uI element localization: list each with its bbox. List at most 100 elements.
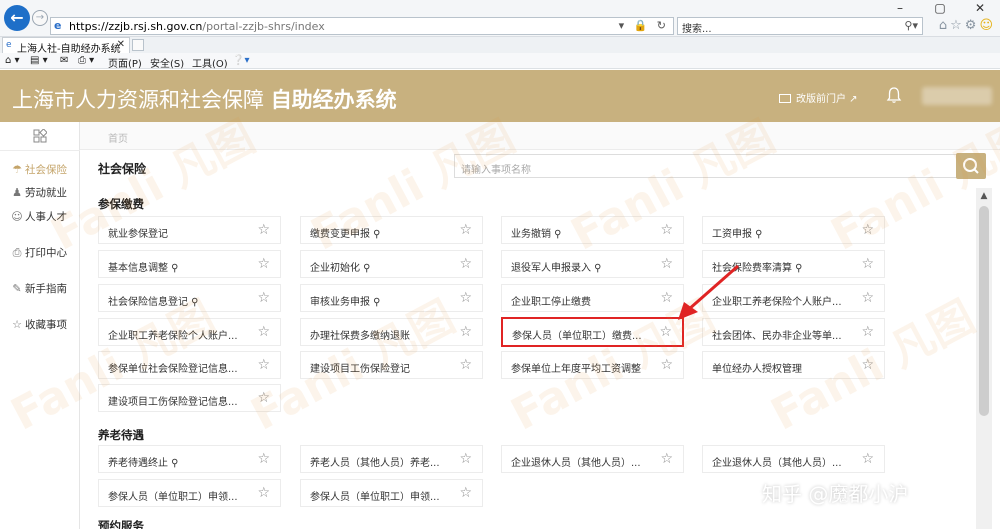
favorite-star-icon[interactable]: ☆ (257, 223, 270, 237)
scroll-thumb[interactable] (979, 206, 989, 416)
sidebar-item-guide[interactable]: ✎ 新手指南 (11, 281, 67, 296)
back-arrow-icon[interactable]: ← (4, 5, 30, 31)
service-card[interactable]: 参保单位上年度平均工资调整 ☆ (501, 351, 684, 379)
favorite-star-icon[interactable]: ☆ (257, 291, 270, 305)
site-title: 上海市人力资源和社会保障 自助经办系统 (12, 88, 397, 112)
help-icon[interactable]: ❔▾ (232, 55, 249, 66)
service-card[interactable]: 业务撤销 ⚲ ☆ (501, 216, 684, 244)
grid-menu-icon[interactable] (33, 129, 47, 143)
favorite-star-icon[interactable]: ☆ (660, 452, 673, 466)
window-controls: – ▢ ✕ (880, 0, 1000, 16)
printer-icon: ⎙ (12, 246, 22, 259)
address-bar[interactable]: e https://zzjb.rsj.sh.gov.cn/portal-zzjb… (50, 17, 674, 35)
favorite-star-icon[interactable]: ☆ (459, 257, 472, 271)
sidebar-item-favorites[interactable]: ☆ 收藏事项 (11, 317, 67, 332)
address-url: https://zzjb.rsj.sh.gov.cn/portal-zzjb-s… (69, 20, 325, 33)
favorite-star-icon[interactable]: ☆ (459, 325, 472, 339)
menu-page[interactable]: 页面(P) (108, 55, 142, 70)
service-card[interactable]: 建设项目工伤保险登记信息... ☆ (98, 384, 281, 412)
service-card[interactable]: 参保人员（单位职工）申领... ☆ (300, 479, 483, 507)
service-card[interactable]: 企业职工停止缴费 ☆ (501, 284, 684, 312)
scroll-up-arrow-icon[interactable]: ▲ (976, 188, 992, 204)
service-card[interactable]: 企业职工养老保险个人账户... ☆ (98, 318, 281, 346)
service-card-highlighted[interactable]: 参保人员（单位职工）缴费... ☆ (501, 317, 684, 347)
tab-bar: e 上海人社-自助经办系统 ✕ (0, 37, 1000, 55)
print-icon[interactable]: ⎙ ▾ (78, 55, 94, 66)
favorite-star-icon[interactable]: ☆ (660, 223, 673, 237)
service-card[interactable]: 退役军人申报录入 ⚲ ☆ (501, 250, 684, 278)
favorite-star-icon[interactable]: ☆ (459, 291, 472, 305)
favorite-star-icon[interactable]: ☆ (459, 223, 472, 237)
favorite-star-icon[interactable]: ☆ (861, 325, 874, 339)
favorite-star-icon[interactable]: ☆ (660, 358, 673, 372)
forward-arrow-icon[interactable]: → (32, 10, 48, 26)
star-icon: ☆ (12, 318, 22, 331)
service-card[interactable]: 参保人员（单位职工）申领... ☆ (98, 479, 281, 507)
scrollbar[interactable]: ▲ (976, 188, 992, 529)
menu-tools[interactable]: 工具(O) (192, 55, 228, 70)
favorite-star-icon[interactable]: ☆ (861, 291, 874, 305)
command-bar: ⌂ ▾ ▤ ▾ ✉ ⎙ ▾ 页面(P) 安全(S) 工具(O) ❔▾ (0, 53, 1000, 70)
site-header: 上海市人力资源和社会保障 自助经办系统 改版前门户 ↗ (0, 70, 1000, 122)
service-card[interactable]: 工资申报 ⚲ ☆ (702, 216, 885, 244)
favorite-star-icon[interactable]: ☆ (861, 452, 874, 466)
sidebar-item-employment[interactable]: ♟ 劳动就业 (11, 185, 67, 200)
monitor-icon (779, 93, 791, 103)
service-card[interactable]: 审核业务申报 ⚲ ☆ (300, 284, 483, 312)
category-title-contribution: 参保缴费 (98, 197, 144, 211)
bell-icon[interactable] (886, 86, 902, 104)
menu-safety[interactable]: 安全(S) (150, 55, 184, 70)
favorite-star-icon[interactable]: ☆ (861, 223, 874, 237)
service-card[interactable]: 企业退休人员（其他人员）... ☆ (702, 445, 885, 473)
favorites-star-icon[interactable]: ☆ (950, 18, 965, 33)
favorite-star-icon[interactable]: ☆ (459, 452, 472, 466)
item-search-placeholder: 请输入事项名称 (461, 165, 531, 176)
favorite-star-icon[interactable]: ☆ (257, 486, 270, 500)
favorite-star-icon[interactable]: ☆ (257, 257, 270, 271)
service-card[interactable]: 企业初始化 ⚲ ☆ (300, 250, 483, 278)
search-button[interactable] (956, 153, 986, 179)
sidebar-item-social-insurance[interactable]: ☂ 社会保险 (11, 162, 67, 177)
favorite-star-icon[interactable]: ☆ (257, 452, 270, 466)
service-card[interactable]: 缴费变更申报 ⚲ ☆ (300, 216, 483, 244)
home-icon[interactable]: ⌂ (939, 18, 950, 33)
close-icon[interactable]: ✕ (960, 0, 1000, 16)
old-portal-link[interactable]: 改版前门户 ↗ (779, 90, 858, 105)
browser-search-box[interactable]: 搜索... ⚲▾ (677, 17, 923, 35)
maximize-icon[interactable]: ▢ (920, 0, 960, 16)
service-card[interactable]: 养老人员（其他人员）养老... ☆ (300, 445, 483, 473)
user-avatar[interactable] (922, 87, 992, 105)
feedback-smiley-icon[interactable]: ☺ (979, 18, 996, 33)
favorite-star-icon[interactable]: ☆ (459, 486, 472, 500)
favorite-star-icon[interactable]: ☆ (257, 325, 270, 339)
sidebar-item-print-center[interactable]: ⎙ 打印中心 (11, 245, 67, 260)
service-card[interactable]: 办理社保费多缴纳退账 ☆ (300, 318, 483, 346)
address-controls[interactable]: ▾ 🔒 ↻ (619, 19, 669, 32)
service-card[interactable]: 建设项目工伤保险登记 ☆ (300, 351, 483, 379)
rss-icon[interactable]: ▤ ▾ (30, 55, 48, 66)
service-card[interactable]: 参保单位社会保险登记信息... ☆ (98, 351, 281, 379)
favorite-star-icon[interactable]: ☆ (861, 257, 874, 271)
favorite-star-icon[interactable]: ☆ (257, 391, 270, 405)
service-card[interactable]: 社会保险信息登记 ⚲ ☆ (98, 284, 281, 312)
breadcrumb[interactable]: 首页 (108, 130, 128, 145)
service-card[interactable]: 养老待遇终止 ⚲ ☆ (98, 445, 281, 473)
minimize-icon[interactable]: – (880, 0, 920, 16)
favorite-star-icon[interactable]: ☆ (459, 358, 472, 372)
home-small-icon[interactable]: ⌂ ▾ (5, 55, 20, 66)
item-search-input[interactable]: 请输入事项名称 (454, 154, 958, 178)
browser-toolbar: ← → e https://zzjb.rsj.sh.gov.cn/portal-… (0, 0, 1000, 37)
search-magnifier-icon[interactable]: ⚲▾ (904, 19, 918, 32)
service-card[interactable]: 企业退休人员（其他人员）... ☆ (501, 445, 684, 473)
favorite-star-icon[interactable]: ☆ (861, 358, 874, 372)
browser-tab[interactable]: e 上海人社-自助经办系统 ✕ (2, 37, 130, 55)
mail-icon[interactable]: ✉ (60, 55, 68, 66)
sidebar-item-personnel[interactable]: ☺ 人事人才 (11, 209, 67, 224)
service-card[interactable]: 就业参保登记 ☆ (98, 216, 281, 244)
service-card[interactable]: 基本信息调整 ⚲ ☆ (98, 250, 281, 278)
service-card[interactable]: 单位经办人授权管理 ☆ (702, 351, 885, 379)
new-tab-icon[interactable] (132, 39, 144, 51)
tab-close-icon[interactable]: ✕ (117, 39, 125, 50)
favorite-star-icon[interactable]: ☆ (257, 358, 270, 372)
settings-gear-icon[interactable]: ⚙ (965, 18, 980, 33)
